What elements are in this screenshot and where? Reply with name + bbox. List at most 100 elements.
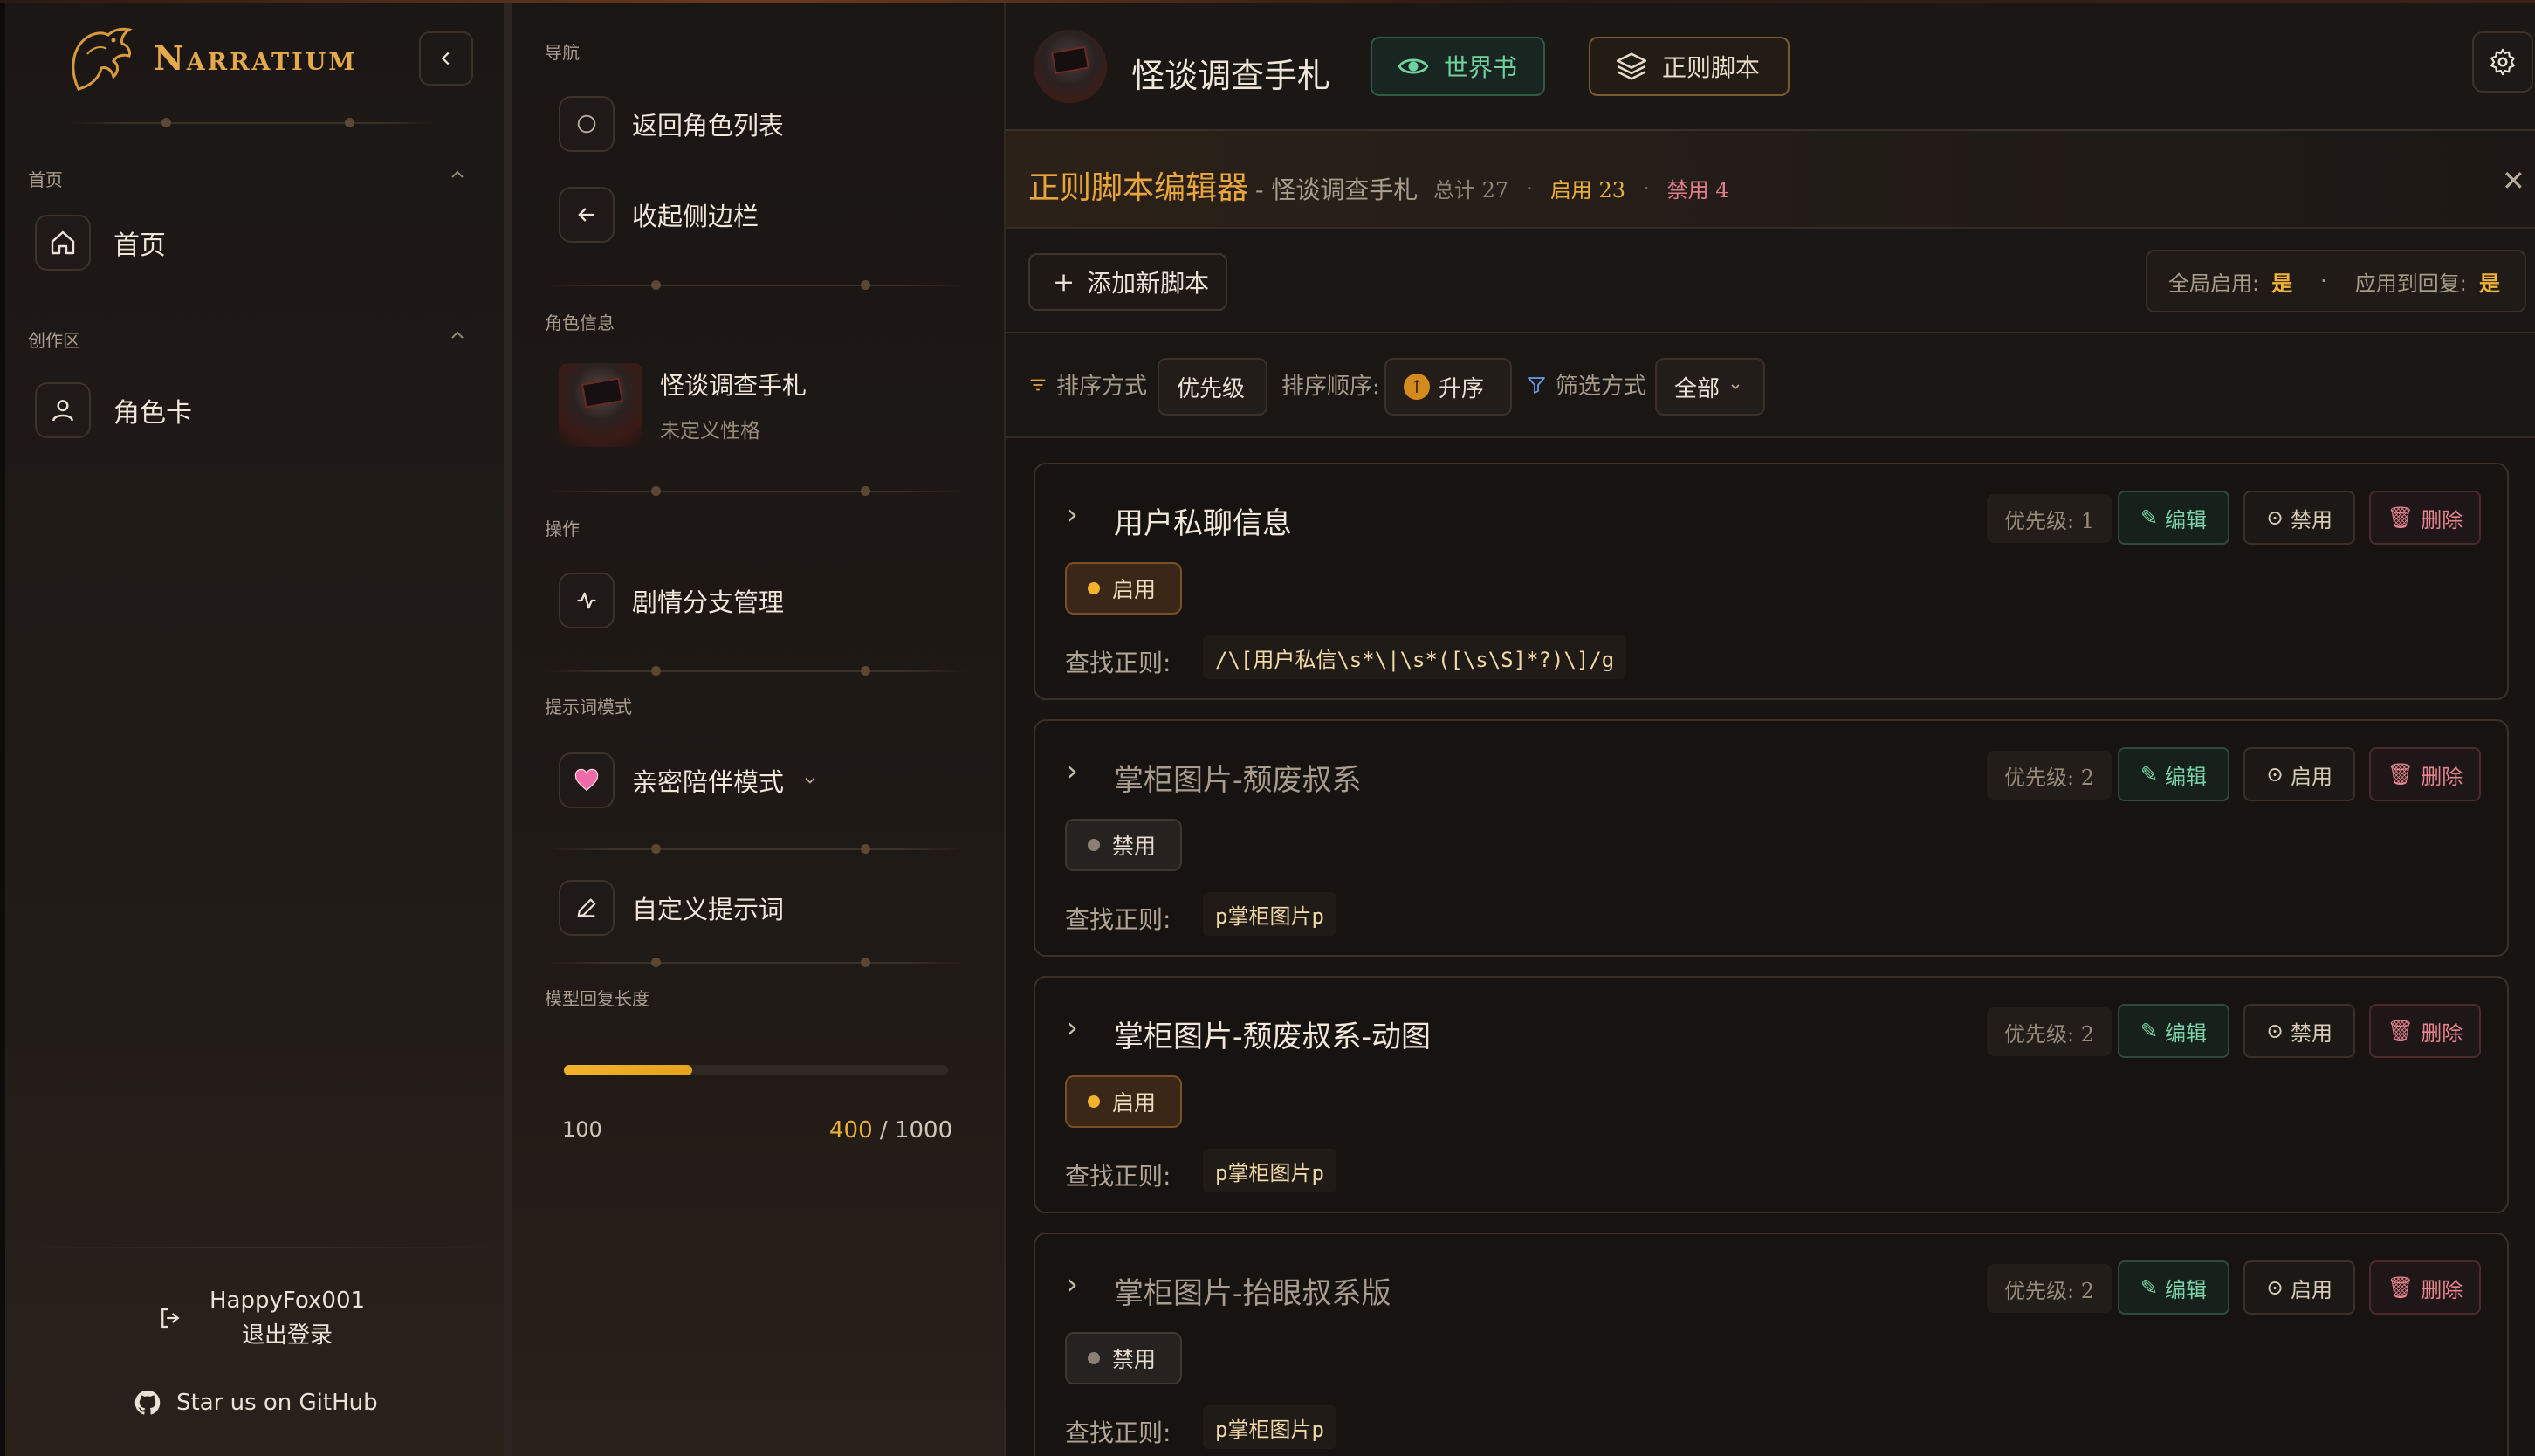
sidebar-item-character-card[interactable]: 角色卡: [35, 382, 192, 438]
find-regex-value: p掌柜图片p: [1203, 1405, 1336, 1449]
back-to-characters-button[interactable]: 返回角色列表: [559, 96, 784, 152]
script-card[interactable]: › 用户私聊信息 优先级: 1 ✎ 编辑 ⊙ 禁用 🗑 删除 启用 查找正则: /\[…: [1034, 463, 2509, 700]
find-regex-label: 查找正则:: [1065, 649, 1171, 677]
script-name: 掌柜图片-颓废叔系-动图: [1114, 1020, 1431, 1054]
eye-icon: [1398, 58, 1429, 74]
worldbook-button[interactable]: 世界书: [1371, 37, 1545, 96]
chevron-right-icon[interactable]: ›: [1067, 754, 1078, 787]
edit-icon: ✎: [2140, 505, 2159, 530]
apply-reply-label: 应用到回复:: [2354, 271, 2467, 296]
sidebar-item-home[interactable]: 首页: [35, 215, 166, 271]
story-branch-button[interactable]: 剧情分支管理: [559, 573, 784, 628]
delete-button[interactable]: 🗑 删除: [2369, 1260, 2481, 1315]
edit-button[interactable]: ✎ 编辑: [2118, 1004, 2229, 1058]
sort-icon: [1030, 379, 1046, 390]
divider: [546, 280, 965, 290]
priority-badge: 优先级: 1: [1987, 494, 2112, 543]
editor-toolbar: + 添加新脚本 全局启用: 是 · 应用到回复: 是: [1006, 229, 2535, 333]
edit-button[interactable]: ✎ 编辑: [2118, 491, 2229, 545]
status-label: 禁用: [1112, 1347, 1157, 1372]
script-card[interactable]: › 掌柜图片-颓废叔系 优先级: 2 ✎ 编辑 ⊙ 启用 🗑 删除 禁用 查找正则: …: [1034, 719, 2509, 957]
chevron-down-icon: [805, 777, 815, 784]
main-content: 怪谈调查手札 世界书 正则脚本 正则脚本编辑器 - 怪谈调查手札 总计 27 ·…: [1006, 3, 2535, 1456]
top-bar: 怪谈调查手札 世界书 正则脚本: [1006, 3, 2535, 131]
chevron-right-icon[interactable]: ›: [1067, 1267, 1078, 1301]
divider: [70, 118, 436, 127]
stat-disabled: 禁用 4: [1666, 178, 1729, 203]
toggle-icon: ⊙: [2265, 762, 2284, 786]
script-name: 用户私聊信息: [1114, 506, 1292, 541]
stat-enabled: 启用 23: [1549, 178, 1625, 203]
stat-total: 总计 27: [1433, 178, 1509, 203]
find-regex-value: p掌柜图片p: [1203, 892, 1336, 936]
editor-stats: 总计 27 · 启用 23 · 禁用 4: [1433, 173, 1729, 203]
status-label: 禁用: [1112, 834, 1157, 859]
close-icon[interactable]: ✕: [2502, 164, 2525, 197]
user-icon: [35, 382, 91, 438]
delete-button[interactable]: 🗑 删除: [2369, 1004, 2481, 1058]
custom-prompt-button[interactable]: 自定义提示词: [559, 880, 784, 936]
chevron-up-icon[interactable]: [447, 325, 468, 346]
prompt-mode-section-label: 提示词模式: [545, 697, 632, 718]
sort-order-button[interactable]: ↑ 升序: [1384, 358, 1512, 416]
status-badge: 禁用: [1065, 1332, 1182, 1384]
edit-label: 编辑: [2165, 764, 2208, 789]
edit-icon: ✎: [2140, 1019, 2159, 1043]
order-value: 升序: [1439, 375, 1485, 402]
find-regex-value: /\[用户私信\s*\|\s*([\s\S]*?)\]/g: [1203, 635, 1627, 679]
filter-select[interactable]: 全部: [1655, 358, 1765, 416]
add-script-button[interactable]: + 添加新脚本: [1028, 253, 1227, 311]
edit-icon: ✎: [2140, 1275, 2159, 1300]
page-title: 怪谈调查手札: [1131, 57, 1331, 95]
collapse-panel-button[interactable]: 收起侧边栏: [559, 187, 759, 243]
global-status: 全局启用: 是 · 应用到回复: 是: [2146, 250, 2526, 312]
arrow-left-icon: [559, 187, 615, 243]
status-badge: 禁用: [1065, 819, 1182, 871]
github-icon: [134, 1390, 161, 1415]
settings-button[interactable]: [2472, 31, 2533, 93]
delete-label: 删除: [2421, 1020, 2463, 1046]
sort-method-select[interactable]: 优先级: [1158, 358, 1268, 416]
reply-length-slider[interactable]: [564, 1065, 948, 1075]
find-regex-value: p掌柜图片p: [1203, 1149, 1336, 1192]
chevron-up-icon[interactable]: [447, 164, 468, 185]
toggle-icon: ⊙: [2265, 1019, 2284, 1043]
priority-badge: 优先级: 2: [1987, 1007, 2112, 1056]
sidebar-item-label: 角色卡: [113, 398, 192, 429]
brand-name: Narratium: [154, 38, 358, 78]
edit-button[interactable]: ✎ 编辑: [2118, 1260, 2229, 1315]
status-badge: 启用: [1065, 562, 1182, 615]
prompt-mode-dropdown[interactable]: 亲密陪伴模式: [559, 752, 819, 808]
enable-button[interactable]: ⊙ 启用: [2243, 747, 2355, 801]
chevron-right-icon[interactable]: ›: [1067, 1011, 1078, 1044]
chevron-right-icon[interactable]: ›: [1067, 498, 1078, 531]
story-label: 剧情分支管理: [632, 587, 785, 617]
priority-badge: 优先级: 2: [1987, 751, 2112, 800]
divider: [546, 666, 965, 676]
github-link[interactable]: Star us on GitHub: [133, 1388, 378, 1418]
character-avatar[interactable]: [1034, 30, 1107, 103]
slider-max: 1000: [894, 1117, 953, 1144]
sort-label-text: 排序方式: [1056, 374, 1148, 400]
character-info[interactable]: 怪谈调查手札 未定义性格: [559, 363, 807, 447]
priority-badge: 优先级: 2: [1987, 1264, 2112, 1313]
script-card[interactable]: › 掌柜图片-颓废叔系-动图 优先级: 2 ✎ 编辑 ⊙ 禁用 🗑 删除 启用 查找正…: [1034, 976, 2509, 1213]
collapse-sidebar-button[interactable]: [419, 31, 473, 86]
filter-icon: [1528, 376, 1545, 394]
slider-fill: [564, 1065, 692, 1075]
logout-button[interactable]: HappyFox001 退出登录: [157, 1283, 365, 1353]
enable-button[interactable]: ⊙ 启用: [2243, 1260, 2355, 1315]
regex-script-button[interactable]: 正则脚本: [1589, 37, 1790, 96]
worldbook-label: 世界书: [1444, 53, 1518, 82]
delete-button[interactable]: 🗑 删除: [2369, 491, 2481, 545]
edit-button[interactable]: ✎ 编辑: [2118, 747, 2229, 801]
dragon-logo-icon: [72, 27, 133, 91]
script-card[interactable]: › 掌柜图片-抬眼叔系版 优先级: 2 ✎ 编辑 ⊙ 启用 🗑 删除 禁用 查找正则:…: [1034, 1233, 2509, 1456]
editor-title: 正则脚本编辑器: [1028, 170, 1249, 206]
disable-button[interactable]: ⊙ 禁用: [2243, 1004, 2355, 1058]
add-script-label: 添加新脚本: [1087, 269, 1210, 298]
delete-button[interactable]: 🗑 删除: [2369, 747, 2481, 801]
delete-label: 删除: [2421, 507, 2463, 532]
disable-button[interactable]: ⊙ 禁用: [2243, 491, 2355, 545]
editor-subtitle: - 怪谈调查手札: [1255, 175, 1419, 204]
